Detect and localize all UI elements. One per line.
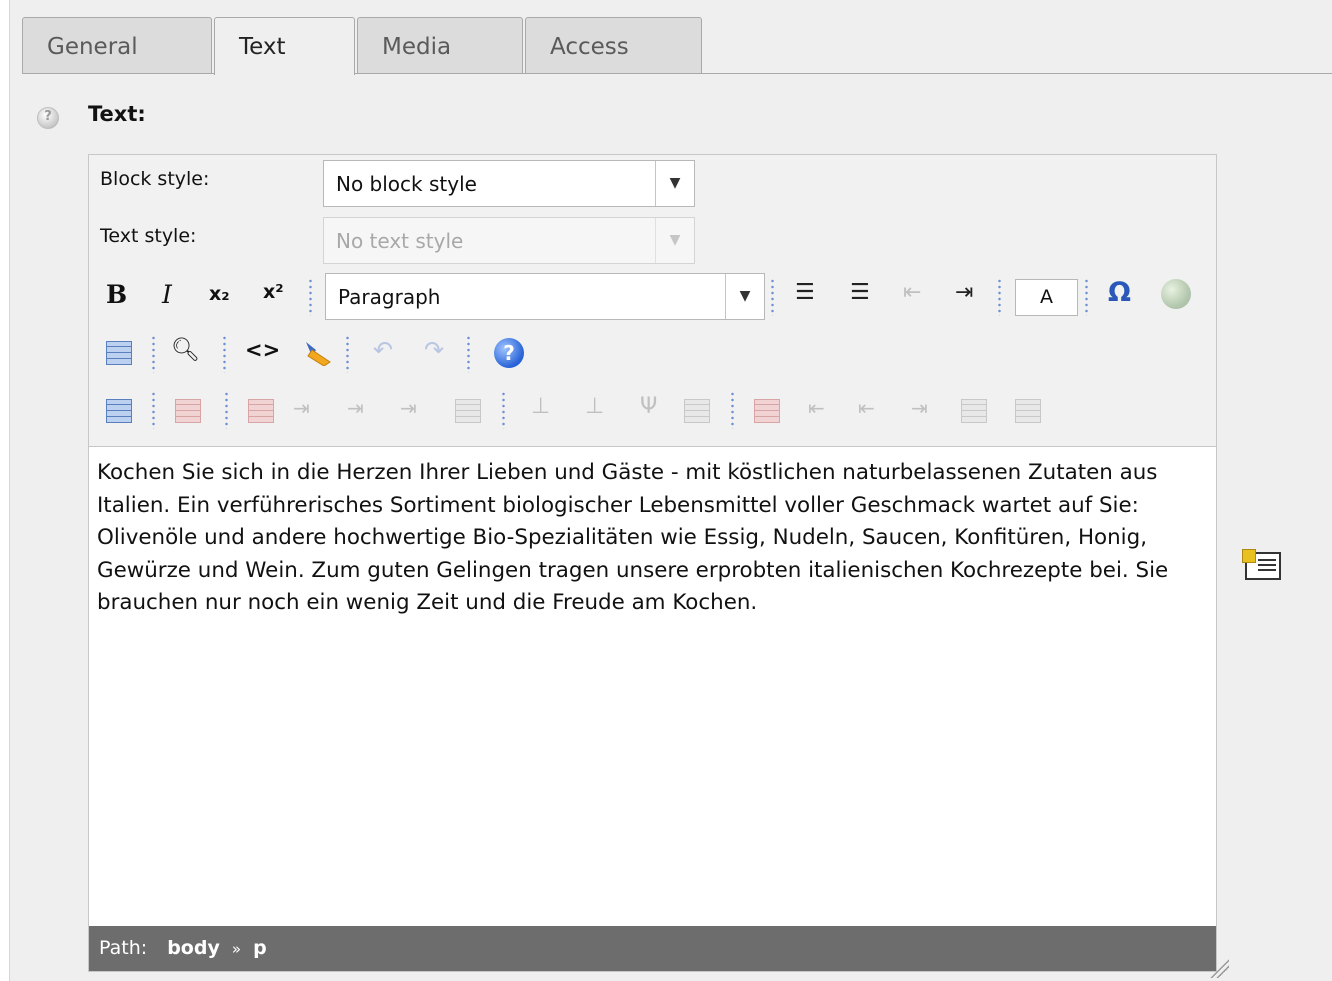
toolbar-separator	[223, 335, 226, 373]
chevron-down-icon: ▼	[655, 218, 694, 263]
cell-insert-after-icon[interactable]: ⇤	[858, 396, 875, 420]
table-insert-icon[interactable]	[106, 399, 132, 423]
tab-media[interactable]: Media	[357, 17, 523, 73]
toolbar-separator	[309, 278, 312, 316]
rte-wizard-icon[interactable]	[1242, 549, 1281, 580]
tab-access[interactable]: Access	[525, 17, 702, 73]
rte-text[interactable]: Kochen Sie sich in die Herzen Ihrer Lieb…	[97, 460, 1168, 615]
cell-split-icon[interactable]	[1015, 399, 1041, 423]
toolbar-separator	[152, 335, 155, 373]
italic-button[interactable]: I	[162, 280, 172, 309]
font-size-input[interactable]: A	[1015, 279, 1078, 316]
tab-bar: General Text Media Access	[22, 17, 1332, 75]
cell-delete-icon[interactable]: ⇥	[911, 396, 928, 420]
find-icon[interactable]: 🔍︎	[171, 336, 200, 363]
col-split-icon[interactable]	[684, 399, 710, 423]
outdent-icon[interactable]: ⇤	[903, 280, 921, 305]
link-icon[interactable]	[1161, 279, 1191, 309]
text-style-label: Text style:	[100, 225, 197, 247]
block-style-value: No block style	[336, 172, 477, 196]
table-icon[interactable]	[106, 341, 132, 365]
tab-general[interactable]: General	[22, 17, 212, 73]
block-style-select[interactable]: No block style ▼	[323, 160, 695, 207]
source-code-button[interactable]: <>	[245, 338, 280, 362]
path-label: Path:	[99, 937, 148, 959]
col-delete-icon[interactable]: Ψ	[640, 394, 657, 419]
cell-merge-icon[interactable]	[961, 399, 987, 423]
ordered-list-icon[interactable]: ☰	[795, 280, 815, 305]
toolbar-separator	[225, 391, 228, 429]
help-button[interactable]: ?	[494, 338, 524, 368]
toolbar-separator	[1085, 278, 1088, 316]
chevron-down-icon: ▼	[725, 274, 764, 319]
row-insert-below-icon[interactable]: ⇥	[347, 396, 364, 420]
col-insert-right-icon[interactable]: ⊥	[585, 394, 604, 419]
row-split-icon[interactable]	[455, 399, 481, 423]
text-style-select: No text style ▼	[323, 217, 695, 264]
toolbar-separator	[731, 391, 734, 429]
row-delete-icon[interactable]: ⇥	[400, 396, 417, 420]
row-props-icon[interactable]	[248, 399, 274, 423]
help-circle-icon[interactable]	[37, 107, 59, 129]
unordered-list-icon[interactable]: ☰	[850, 280, 870, 305]
redo-button[interactable]: ↷	[424, 336, 444, 364]
toolbar-separator	[467, 335, 470, 373]
field-label: Text:	[88, 102, 146, 126]
subscript-button[interactable]: x₂	[209, 283, 230, 305]
toolbar-separator	[152, 391, 155, 429]
toolbar-separator	[771, 278, 774, 316]
indent-icon[interactable]: ⇥	[955, 280, 973, 305]
table-delete-icon[interactable]	[175, 399, 201, 423]
block-style-label: Block style:	[100, 168, 210, 190]
row-insert-above-icon[interactable]: ⇥	[293, 396, 310, 420]
cell-props-icon[interactable]	[754, 399, 780, 423]
col-insert-left-icon[interactable]: ⊥	[531, 394, 550, 419]
chevron-down-icon: ▼	[655, 161, 694, 206]
toolbar-separator	[998, 278, 1001, 316]
bold-button[interactable]: B	[106, 280, 127, 309]
text-style-value: No text style	[336, 229, 464, 253]
toolbar-separator	[502, 391, 505, 429]
rte-content-area[interactable]: Kochen Sie sich in die Herzen Ihrer Lieb…	[89, 446, 1216, 926]
cell-insert-before-icon[interactable]: ⇤	[808, 396, 825, 420]
cleanup-icon[interactable]	[302, 336, 334, 367]
format-value: Paragraph	[338, 285, 441, 309]
special-char-button[interactable]: Ω	[1108, 277, 1131, 308]
tab-text[interactable]: Text	[214, 17, 355, 75]
path-body[interactable]: body	[167, 937, 220, 959]
rte-statusbar: Path: body » p	[89, 926, 1216, 971]
toolbar-separator	[346, 335, 349, 373]
superscript-button[interactable]: x²	[263, 281, 284, 303]
undo-button[interactable]: ↶	[373, 336, 393, 364]
path-separator: »	[231, 940, 242, 958]
resize-handle-icon[interactable]	[1207, 958, 1229, 978]
path-p[interactable]: p	[253, 937, 267, 959]
format-select[interactable]: Paragraph ▼	[325, 273, 765, 320]
